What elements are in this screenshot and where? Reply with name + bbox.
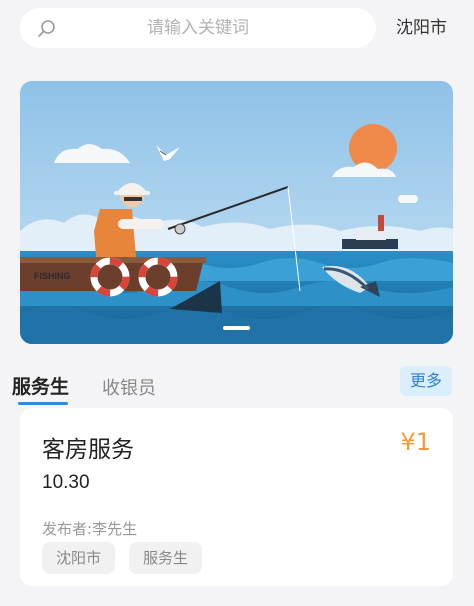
- publisher-name: 李先生: [92, 520, 138, 538]
- boat-label: FISHING: [34, 271, 71, 281]
- carousel-indicator: [223, 326, 250, 330]
- search-input[interactable]: 请输入关键词: [20, 8, 376, 48]
- job-listing-card[interactable]: 客房服务 ¥1 10.30 发布者:李先生 沈阳市 服务生: [20, 408, 453, 586]
- banner-illustration: FISHING: [20, 81, 453, 344]
- listing-title: 客房服务: [42, 437, 134, 463]
- publisher-info: 发布者:李先生: [42, 518, 137, 539]
- listing-date: 10.30: [42, 472, 90, 493]
- city-selector[interactable]: 沈阳市: [396, 8, 447, 48]
- active-tab-indicator: [18, 402, 68, 405]
- tab-waiter[interactable]: 服务生: [12, 372, 69, 399]
- banner-carousel[interactable]: FISHING: [20, 81, 453, 344]
- tab-cashier[interactable]: 收银员: [102, 374, 156, 400]
- listing-price: ¥1: [400, 428, 431, 456]
- tag-position: 服务生: [129, 542, 203, 574]
- more-button[interactable]: 更多: [400, 366, 452, 396]
- search-bar[interactable]: 请输入关键词: [20, 8, 376, 48]
- tag-city: 沈阳市: [42, 542, 116, 574]
- publisher-label: 发布者:: [42, 520, 93, 538]
- category-tabs: 服务生 收银员: [12, 368, 462, 408]
